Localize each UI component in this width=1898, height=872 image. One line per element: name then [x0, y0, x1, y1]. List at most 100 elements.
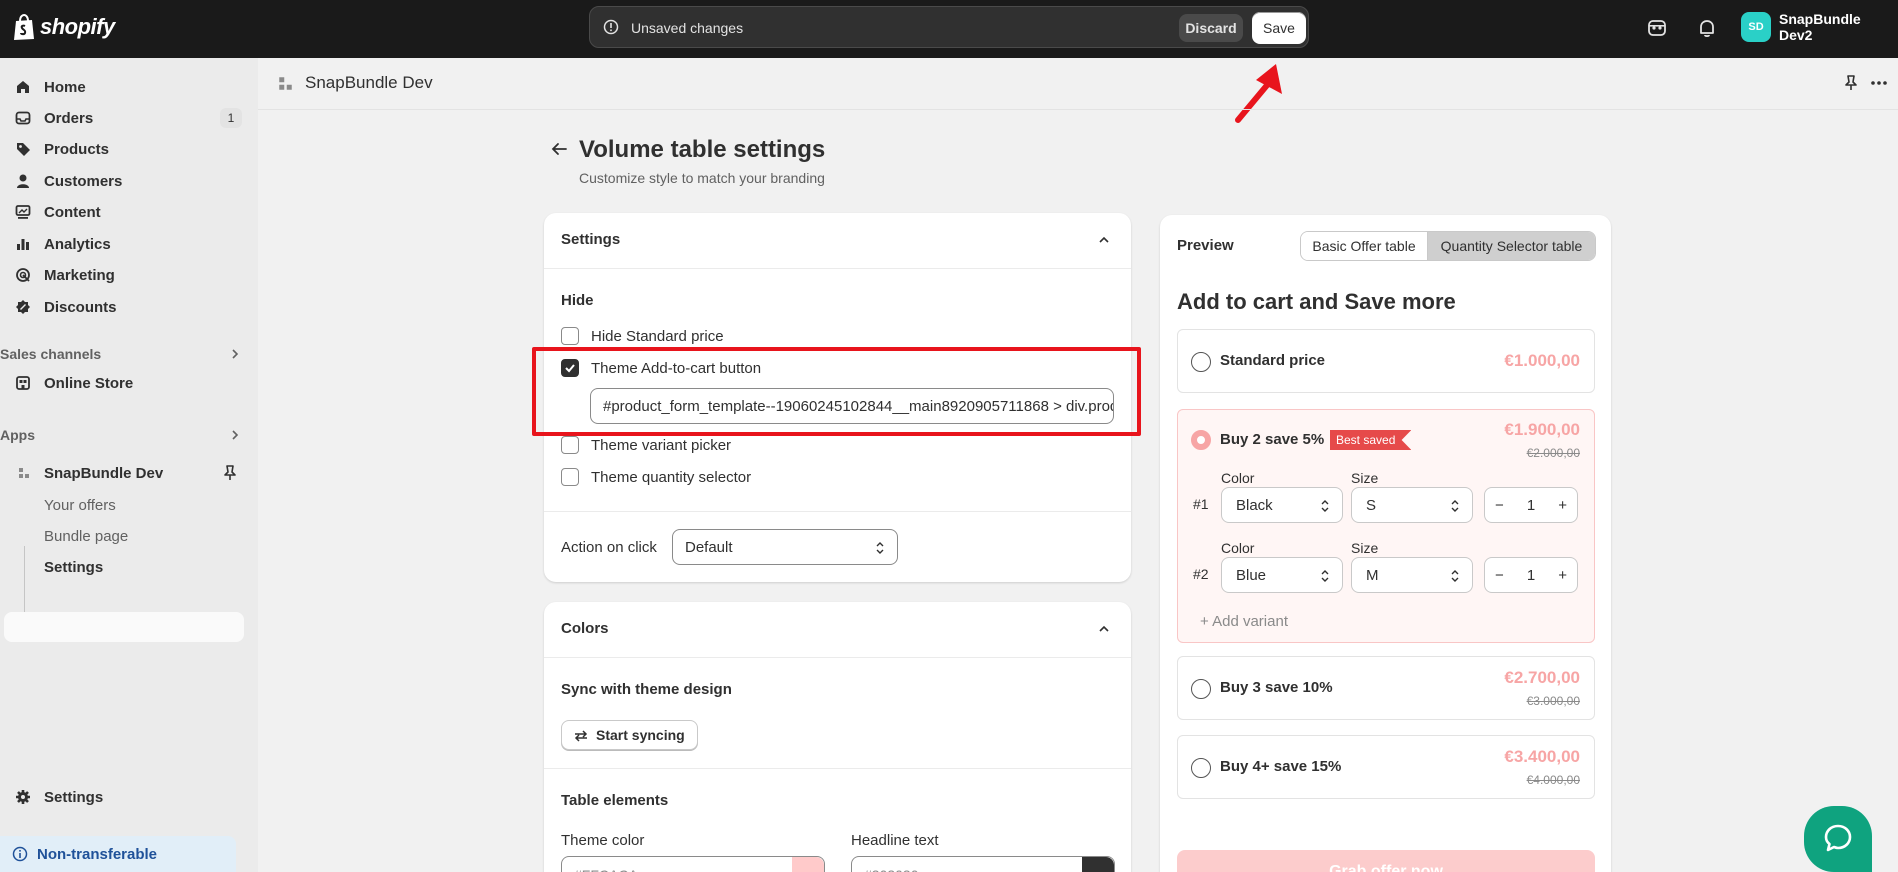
page-subtitle: Customize style to match your branding [579, 170, 825, 186]
variant-index: #2 [1193, 566, 1209, 582]
divider [544, 768, 1131, 769]
sidebar-item-marketing[interactable]: Marketing [0, 260, 246, 290]
offer-radio-selected[interactable] [1191, 430, 1211, 450]
shopify-logo[interactable]: shopify [12, 13, 115, 41]
sidebar-subitem-settings[interactable]: Settings [44, 559, 103, 576]
minus-icon[interactable]: − [1495, 497, 1504, 514]
sidebar-item-label: Customers [44, 172, 123, 190]
offer-name: Standard price [1220, 352, 1326, 369]
sidebar-item-products[interactable]: Products [0, 134, 246, 164]
variant-color-select[interactable]: Black [1221, 487, 1343, 523]
select-value: Black [1236, 496, 1273, 514]
offer-radio[interactable] [1191, 679, 1211, 699]
plus-icon[interactable]: + [1558, 567, 1567, 584]
offer-radio[interactable] [1191, 352, 1211, 372]
add-variant-link[interactable]: + Add variant [1200, 613, 1288, 630]
logo-text: shopify [40, 14, 115, 39]
theme-variant-picker-checkbox[interactable]: Theme variant picker [561, 435, 731, 455]
offer-old-price: €4.000,00 [1526, 773, 1580, 787]
sidebar-item-label: Marketing [44, 266, 115, 284]
tab-quantity-selector-table[interactable]: Quantity Selector table [1428, 232, 1595, 260]
sidebar-subitem-your-offers[interactable]: Your offers [44, 497, 116, 514]
offer-price: €3.400,00 [1504, 747, 1580, 766]
headline-text-label: Headline text [851, 832, 939, 849]
colors-card-header[interactable]: Colors [544, 602, 1131, 658]
chevron-right-icon [232, 430, 239, 440]
store-assistant-icon[interactable] [1646, 17, 1668, 39]
select-arrows-icon [1451, 570, 1459, 582]
sidebar-item-orders[interactable]: Orders 1 [0, 103, 246, 133]
size-label: Size [1351, 540, 1379, 556]
theme-color-input[interactable]: #FFCACA [561, 856, 825, 872]
offer-buy-4[interactable]: Buy 4+ save 15% €3.400,00 €4.000,00 [1177, 735, 1595, 799]
back-arrow-icon[interactable] [550, 140, 568, 158]
sync-theme-label: Sync with theme design [561, 681, 732, 698]
sidebar-item-online-store[interactable]: Online Store [0, 368, 246, 398]
save-button[interactable]: Save [1252, 12, 1306, 44]
user-menu[interactable]: SD SnapBundle Dev2 [1741, 11, 1898, 43]
sidebar-item-discounts[interactable]: Discounts [0, 292, 246, 322]
checkbox-box [561, 436, 579, 454]
quantity-value: 1 [1526, 566, 1536, 584]
select-arrows-icon [1451, 500, 1459, 512]
start-syncing-label: Start syncing [596, 727, 685, 743]
offer-radio[interactable] [1191, 758, 1211, 778]
sidebar-item-snapbundle[interactable]: SnapBundle Dev [0, 458, 246, 488]
sidebar-item-settings[interactable]: Settings [0, 782, 246, 812]
add-variant-label: Add variant [1212, 613, 1288, 630]
apps-header[interactable]: Apps [0, 427, 246, 443]
sidebar-item-analytics[interactable]: Analytics [0, 229, 246, 259]
variant-size-select[interactable]: M [1351, 557, 1473, 593]
size-label: Size [1351, 470, 1379, 486]
offer-price: €1.000,00 [1504, 351, 1580, 370]
offer-buy-3[interactable]: Buy 3 save 10% €2.700,00 €3.000,00 [1177, 656, 1595, 720]
sidebar-subitem-bundle-page[interactable]: Bundle page [44, 528, 128, 545]
annotation-highlight-box [532, 347, 1141, 436]
orders-count-badge: 1 [220, 108, 242, 128]
offer-standard-price[interactable]: Standard price €1.000,00 [1177, 329, 1595, 393]
select-value: Default [685, 538, 733, 556]
bar-chart-icon [17, 239, 29, 250]
theme-color-swatch[interactable] [792, 857, 824, 872]
sidebar-item-label: Analytics [44, 235, 111, 253]
quantity-stepper[interactable]: − 1 + [1484, 487, 1578, 523]
more-horizontal-icon[interactable] [1870, 74, 1888, 92]
headline-color-value: #303030 [864, 867, 919, 872]
unsaved-changes-text: Unsaved changes [631, 20, 744, 36]
variant-color-select[interactable]: Blue [1221, 557, 1343, 593]
pin-icon[interactable] [222, 464, 238, 482]
discard-button[interactable]: Discard [1179, 14, 1243, 42]
pin-icon[interactable] [1843, 74, 1859, 92]
minus-icon[interactable]: − [1495, 567, 1504, 584]
settings-card-header[interactable]: Settings [544, 213, 1131, 269]
offer-price: €1.900,00 [1504, 420, 1580, 439]
action-on-click-select[interactable]: Default [672, 529, 898, 565]
action-on-click-label: Action on click [561, 539, 657, 556]
theme-color-value: #FFCACA [574, 867, 638, 872]
non-transferable-banner[interactable]: Non-transferable [0, 836, 236, 872]
person-icon [17, 174, 29, 188]
grab-offer-button[interactable]: Grab offer now [1177, 850, 1595, 872]
theme-quantity-selector-checkbox[interactable]: Theme quantity selector [561, 467, 751, 487]
start-syncing-button[interactable]: Start syncing [561, 720, 698, 750]
headline-color-swatch[interactable] [1082, 857, 1114, 872]
plus-icon[interactable]: + [1558, 497, 1567, 514]
app-header: SnapBundle Dev [258, 58, 1898, 110]
sidebar-item-home[interactable]: Home [0, 72, 246, 102]
sidebar-item-content[interactable]: Content [0, 197, 246, 227]
sidebar-subitem-settings-active[interactable] [4, 612, 244, 642]
headline-color-input[interactable]: #303030 [851, 856, 1115, 872]
offer-buy-2[interactable]: Buy 2 save 5% Best saved €1.900,00 €2.00… [1177, 409, 1595, 643]
variant-size-select[interactable]: S [1351, 487, 1473, 523]
settings-card-title: Settings [561, 231, 621, 248]
quantity-stepper[interactable]: − 1 + [1484, 557, 1578, 593]
bell-icon[interactable] [1696, 17, 1718, 39]
chat-support-button[interactable] [1804, 806, 1872, 872]
color-label: Color [1221, 540, 1255, 556]
select-value: Blue [1236, 566, 1267, 584]
hide-standard-price-checkbox[interactable]: Hide Standard price [561, 326, 724, 346]
tab-basic-offer-table[interactable]: Basic Offer table [1301, 232, 1428, 260]
checkbox-label: Hide Standard price [591, 327, 724, 345]
sales-channels-header[interactable]: Sales channels [0, 346, 246, 362]
sidebar-item-customers[interactable]: Customers [0, 166, 246, 196]
